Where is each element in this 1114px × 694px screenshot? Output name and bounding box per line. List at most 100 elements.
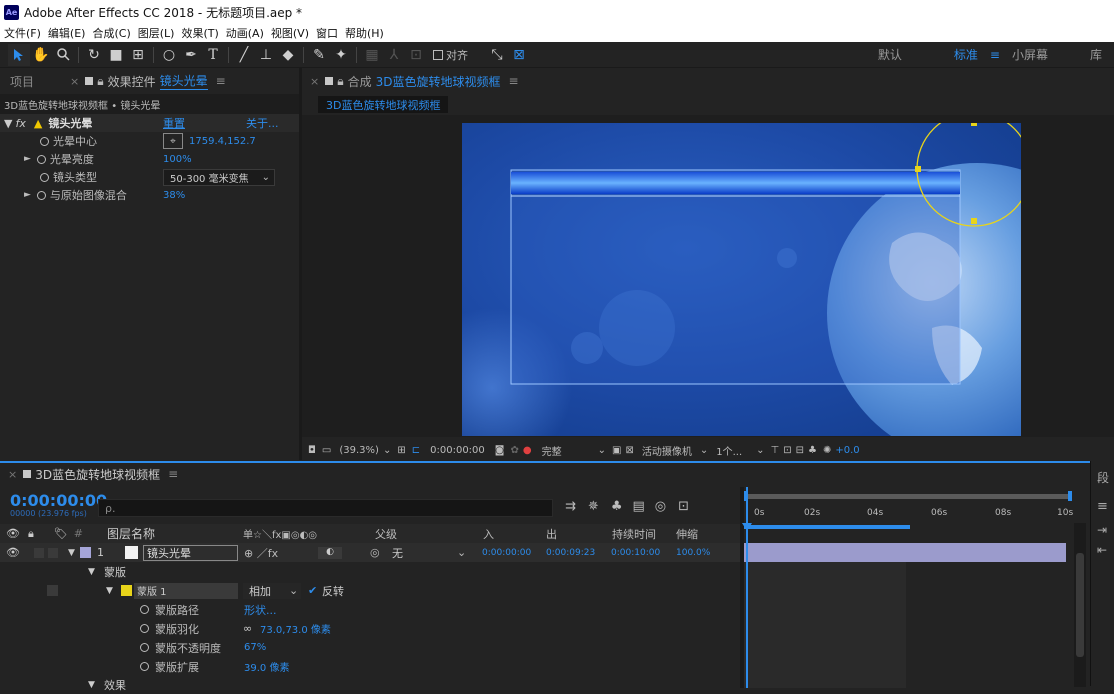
panel-menu-icon[interactable]: ≡ xyxy=(509,74,519,88)
chevron-down-icon[interactable]: ⌄ xyxy=(383,445,391,456)
align-checkbox[interactable] xyxy=(433,49,443,60)
camera-select[interactable]: 活动摄像机 xyxy=(642,443,692,458)
flowchart-icon[interactable]: ♣ xyxy=(808,445,817,456)
menu-animation[interactable]: 动画(A) xyxy=(226,25,264,41)
workspace-small-screen[interactable]: 小屏幕 xyxy=(1012,46,1048,63)
mask-prop-value[interactable]: 67% xyxy=(244,642,266,653)
tab-comp-name[interactable]: 3D蓝色旋转地球视频框 xyxy=(376,73,501,90)
stopwatch-icon[interactable] xyxy=(40,136,49,146)
link-icon[interactable]: ∞ xyxy=(243,622,252,635)
align-toggle[interactable]: 对齐 xyxy=(433,47,468,63)
playhead-handle[interactable] xyxy=(742,523,752,531)
menu-edit[interactable]: 编辑(E) xyxy=(48,25,86,41)
close-icon[interactable]: × xyxy=(310,75,319,88)
color-channels-icon[interactable]: ● xyxy=(523,445,532,456)
menu-layer[interactable]: 图层(L) xyxy=(138,25,175,41)
fast-preview-icon[interactable]: ⊡ xyxy=(783,445,791,456)
layer-stretch[interactable]: 100.0% xyxy=(676,548,710,558)
col-duration[interactable]: 持续时间 xyxy=(612,526,656,542)
menu-file[interactable]: 文件(F) xyxy=(4,25,41,41)
layer-name[interactable]: 镜头光晕 xyxy=(143,544,238,561)
zoom-value[interactable]: (39.3%) xyxy=(339,445,379,456)
stopwatch-icon[interactable] xyxy=(140,643,149,652)
workspace-library[interactable]: 库 xyxy=(1090,46,1102,63)
mask-prop-row[interactable]: 蒙版羽化 ∞ 73.0,73.0 像素 xyxy=(0,619,740,638)
show-snapshot-icon[interactable]: ✿ xyxy=(510,445,518,456)
close-icon[interactable]: × xyxy=(8,468,17,481)
masks-group-row[interactable]: ▼ 蒙版 xyxy=(0,562,740,581)
workspace-standard[interactable]: 标准 xyxy=(954,46,978,63)
panel-menu-icon[interactable]: ≡ xyxy=(1097,499,1108,514)
playhead[interactable] xyxy=(746,487,748,688)
tab-project[interactable]: 项目 xyxy=(10,73,34,90)
time-ruler[interactable]: 0s 02s 04s 06s 08s 10s xyxy=(744,503,1074,523)
col-stretch[interactable]: 伸缩 xyxy=(676,526,698,542)
stopwatch-icon[interactable] xyxy=(140,662,149,671)
menu-composition[interactable]: 合成(C) xyxy=(92,25,130,41)
col-parent[interactable]: 父级 xyxy=(375,526,397,542)
mask-row[interactable]: ▼ 蒙版 1 相加 ⌄ ✔ 反转 xyxy=(0,581,740,600)
switches-icons[interactable]: ⊕ ／fx xyxy=(244,545,278,561)
lock-icon[interactable]: 🔒︎ xyxy=(97,74,103,89)
tab-comp-prefix[interactable]: 合成 xyxy=(348,73,372,90)
work-area-bar[interactable] xyxy=(744,491,1074,501)
camera-tool-icon[interactable]: ■ xyxy=(105,44,127,66)
chevron-down-icon[interactable]: ⌄ xyxy=(457,546,466,559)
clone-stamp-tool-icon[interactable]: ⊥ xyxy=(255,44,277,66)
roto-brush-tool-icon[interactable]: ✎ xyxy=(308,44,330,66)
mask-prop-row[interactable]: 蒙版不透明度 67% xyxy=(0,638,740,657)
world-axis-icon[interactable]: ⅄ xyxy=(383,44,405,66)
menu-view[interactable]: 视图(V) xyxy=(271,25,309,41)
panel-menu-icon[interactable]: ≡ xyxy=(216,74,226,88)
graph-editor-icon[interactable]: ⊡ xyxy=(678,499,689,514)
timeline-scrollbar[interactable] xyxy=(1074,523,1086,687)
mask-color-swatch[interactable] xyxy=(121,585,132,596)
expand-chevron-icon[interactable]: ► xyxy=(24,190,31,200)
snapshot-icon[interactable]: ◘ xyxy=(308,445,316,456)
text-tool-icon[interactable]: T xyxy=(202,44,224,66)
eye-icon[interactable]: 👁︎ xyxy=(6,546,20,559)
pen-tool-icon[interactable]: ✒ xyxy=(180,44,202,66)
resolution-select[interactable]: 完整 xyxy=(542,443,562,458)
collapse-chevron-icon[interactable]: ▼ xyxy=(88,680,95,690)
lens-type-select[interactable]: 50-300 毫米变焦 ⌄ xyxy=(163,168,275,186)
puppet-pin-tool-icon[interactable]: ✦ xyxy=(330,44,352,66)
layer-in[interactable]: 0:00:00:00 xyxy=(482,548,531,558)
view-axis-icon[interactable]: ⊡ xyxy=(405,44,427,66)
pan-behind-tool-icon[interactable]: ⊞ xyxy=(127,44,149,66)
snap-icon[interactable]: ⤡ xyxy=(486,44,508,66)
exposure-icon[interactable]: ✺ xyxy=(823,445,831,456)
layer-duration[interactable]: 0:00:10:00 xyxy=(611,548,660,558)
exposure-value[interactable]: +0.0 xyxy=(835,445,859,456)
views-select[interactable]: 1个... xyxy=(716,443,742,458)
inverted-label[interactable]: 反转 xyxy=(322,583,344,599)
timeline-tab-name[interactable]: 3D蓝色旋转地球视频框 xyxy=(35,466,160,483)
transparency-grid-icon[interactable]: ⊠ xyxy=(625,445,633,456)
workspace-default[interactable]: 默认 xyxy=(878,46,902,63)
lock-icon[interactable]: 🔒︎ xyxy=(337,74,343,89)
panel-menu-icon[interactable]: ≡ xyxy=(168,467,178,481)
selection-tool-icon[interactable] xyxy=(8,43,30,66)
motion-blur-icon[interactable]: ◎ xyxy=(655,499,666,514)
mask-name[interactable]: 蒙版 1 xyxy=(134,582,238,599)
hand-tool-icon[interactable]: ✋ xyxy=(30,44,52,66)
comp-subtab[interactable]: 3D蓝色旋转地球视频框 xyxy=(318,96,449,113)
ellipse-tool-icon[interactable]: ○ xyxy=(158,44,180,66)
lock-box[interactable] xyxy=(47,585,58,596)
composition-viewer[interactable] xyxy=(462,123,1021,436)
collapse-chevron-icon[interactable]: ▼ xyxy=(68,548,75,558)
mask-visibility-icon[interactable]: ⊏ xyxy=(412,445,420,456)
panel-tab-icon[interactable]: 段 xyxy=(1097,469,1109,486)
layer-duration-bar[interactable] xyxy=(744,543,1066,562)
stopwatch-icon[interactable] xyxy=(140,624,149,633)
comp-mini-flowchart-icon[interactable]: ⇉ xyxy=(565,499,576,514)
chevron-down-icon[interactable]: ⌄ xyxy=(756,445,764,456)
col-out[interactable]: 出 xyxy=(546,526,557,542)
prop-value[interactable]: 38% xyxy=(163,190,185,201)
chevron-down-icon[interactable]: ⌄ xyxy=(598,445,606,456)
solo-box[interactable] xyxy=(34,547,44,558)
stopwatch-icon[interactable] xyxy=(36,190,46,200)
rotation-tool-icon[interactable]: ↻ xyxy=(83,44,105,66)
checkmark-icon[interactable]: ✔ xyxy=(308,584,317,597)
expand-chevron-icon[interactable]: ► xyxy=(24,154,31,164)
